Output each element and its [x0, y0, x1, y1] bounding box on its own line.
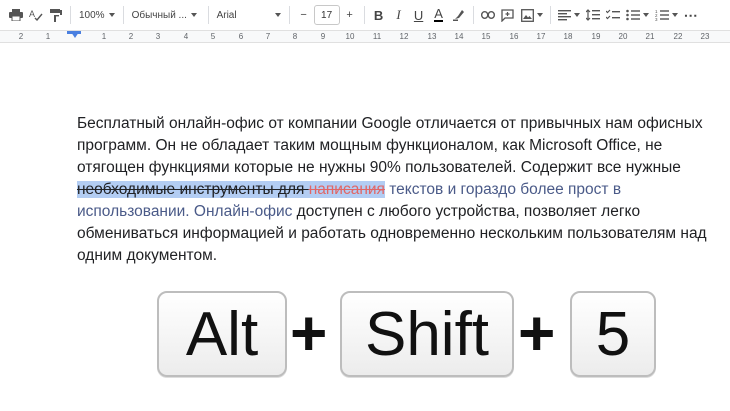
ruler-number: 7	[265, 32, 271, 41]
text-line: программ. Он не обладает таким мощным фу…	[77, 137, 663, 154]
ruler-indent-marker[interactable]	[71, 32, 79, 38]
paragraph-style-value: Обычный ...	[131, 9, 187, 21]
toolbar-separator	[472, 6, 474, 24]
toolbar-separator	[549, 6, 551, 24]
ruler-number: 3	[155, 32, 161, 41]
chevron-down-icon	[108, 13, 115, 17]
checklist-icon[interactable]	[603, 3, 623, 27]
text-line: использовании. Онлайн-офис доступен с лю…	[77, 201, 730, 223]
svg-text:3: 3	[655, 17, 658, 21]
align-icon[interactable]	[555, 3, 583, 27]
ruler-number: 2	[18, 32, 24, 41]
toolbar-separator	[70, 6, 71, 24]
toolbar-separator	[122, 6, 124, 24]
font-size-input[interactable]: 17	[313, 5, 340, 25]
ruler-number: 21	[645, 32, 655, 41]
ruler-number: 12	[399, 32, 409, 41]
ruler-number: 17	[536, 32, 546, 41]
ruler-number: 16	[509, 32, 519, 41]
comment-icon[interactable]	[498, 3, 518, 27]
bulleted-list-icon[interactable]	[623, 3, 652, 27]
line-spacing-icon[interactable]	[583, 3, 603, 27]
link-icon[interactable]	[478, 3, 498, 27]
toolbar-separator	[207, 6, 209, 24]
ruler-number: 6	[238, 32, 244, 41]
chevron-down-icon	[671, 13, 678, 17]
ruler-number: 8	[292, 32, 298, 41]
chevron-down-icon	[190, 13, 197, 17]
ruler[interactable]: 2 1 1 2 3 4 5 6 7 8 9 10 11 12 13 14 15 …	[0, 31, 730, 43]
italic-button[interactable]: I	[389, 3, 409, 27]
numbered-list-icon[interactable]: 123	[652, 3, 681, 27]
ruler-number: 14	[454, 32, 464, 41]
document-page[interactable]: Бесплатный онлайн-офис от компании Googl…	[0, 43, 730, 411]
spellcheck-icon[interactable]: A	[26, 3, 46, 27]
paint-format-icon[interactable]	[46, 3, 66, 27]
toolbar-separator	[288, 6, 290, 24]
document-paragraph[interactable]: Бесплатный онлайн-офис от компании Googl…	[77, 113, 730, 267]
increase-font-size-button[interactable]: +	[340, 3, 360, 27]
zoom-select[interactable]: 100%	[75, 3, 119, 27]
font-value: Arial	[216, 9, 237, 21]
more-options-button[interactable]: ⋯	[681, 3, 701, 27]
plain-text: доступен с любого устройства, позволяет …	[292, 203, 641, 220]
ruler-number: 4	[183, 32, 189, 41]
ruler-number: 22	[673, 32, 683, 41]
key-alt: Alt	[157, 291, 287, 377]
key-shift: Shift	[340, 291, 514, 377]
text-line: обмениваться информацией и работать одно…	[77, 225, 707, 242]
strikethrough-selected-text-red: написания	[308, 181, 385, 198]
chevron-down-icon	[642, 13, 649, 17]
strikethrough-selected-text: необходимые инструменты для	[77, 181, 309, 198]
ruler-number: 19	[591, 32, 601, 41]
insert-image-icon[interactable]	[518, 3, 546, 27]
text-line: отягощен функциями которые не нужны 90% …	[77, 159, 681, 176]
chevron-down-icon	[274, 13, 281, 17]
ruler-number: 10	[345, 32, 355, 41]
plus-sign: +	[518, 297, 556, 369]
ruler-number: 20	[618, 32, 628, 41]
ruler-number: 1	[45, 32, 51, 41]
text-color-icon: A	[434, 6, 443, 22]
decrease-font-size-button[interactable]: −	[294, 3, 314, 27]
key-5: 5	[570, 291, 656, 377]
highlight-icon[interactable]	[449, 3, 469, 27]
ruler-number: 11	[372, 32, 382, 41]
ruler-number: 13	[427, 32, 437, 41]
chevron-down-icon	[536, 13, 543, 17]
text-line: необходимые инструменты для написания те…	[77, 179, 730, 201]
chevron-down-icon	[573, 13, 580, 17]
ruler-number: 23	[700, 32, 710, 41]
ruler-number: 2	[128, 32, 134, 41]
ruler-number: 1	[101, 32, 107, 41]
paragraph-style-select[interactable]: Обычный ...	[128, 3, 204, 27]
ruler-number: 15	[481, 32, 491, 41]
text-color-button[interactable]: A	[429, 3, 449, 27]
toolbar: A 100% Обычный ... Arial − 17 + B I U A	[0, 0, 730, 31]
text-line: Бесплатный онлайн-офис от компании Googl…	[77, 115, 703, 132]
toolbar-separator	[363, 6, 365, 24]
svg-text:A: A	[29, 9, 35, 19]
ruler-number: 9	[320, 32, 326, 41]
zoom-value: 100%	[79, 9, 105, 21]
colored-text: текстов и гораздо более прост в	[384, 181, 622, 198]
font-select[interactable]: Arial	[213, 3, 285, 27]
ruler-number: 5	[210, 32, 216, 41]
underline-button[interactable]: U	[409, 3, 429, 27]
text-line: одним документом.	[77, 247, 218, 264]
ruler-number: 18	[563, 32, 573, 41]
bold-button[interactable]: B	[369, 3, 389, 27]
print-icon[interactable]	[6, 3, 26, 27]
plus-sign: +	[290, 297, 328, 369]
colored-text: использовании. Онлайн-офис	[77, 203, 293, 220]
